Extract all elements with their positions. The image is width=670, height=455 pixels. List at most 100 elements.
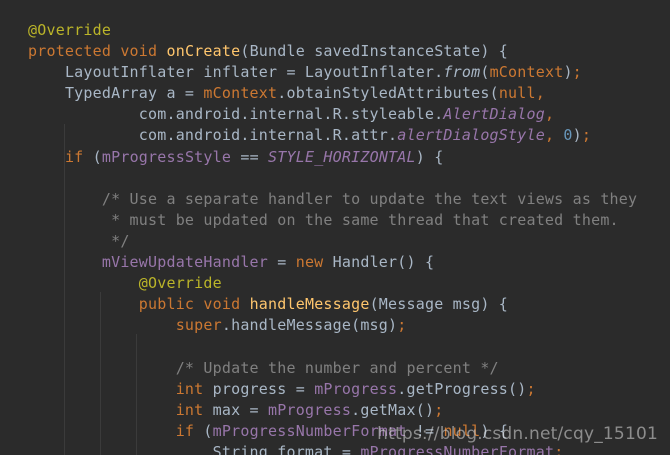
code-line[interactable]: LayoutInflater inflater = LayoutInflater… xyxy=(28,62,637,83)
code-line[interactable] xyxy=(28,336,637,357)
code-token: 0 xyxy=(563,126,573,145)
code-line[interactable] xyxy=(28,168,637,189)
code-line[interactable]: int max = mProgress.getMax(); xyxy=(28,400,637,421)
code-token: ( xyxy=(480,63,490,82)
code-token: ; xyxy=(554,442,564,455)
code-token: from xyxy=(443,63,481,82)
code-token: super xyxy=(175,316,222,335)
code-token: max = xyxy=(203,400,269,419)
code-lines[interactable]: @Override protected void onCreate(Bundle … xyxy=(28,20,637,455)
code-line[interactable]: @Override xyxy=(28,273,637,294)
code-token: onCreate xyxy=(166,42,241,61)
code-line[interactable]: mViewUpdateHandler = new Handler() { xyxy=(28,252,637,273)
code-token: (Message msg) { xyxy=(369,295,509,314)
code-token: null xyxy=(498,84,536,103)
code-token: int xyxy=(175,400,204,419)
code-token: (Bundle savedInstanceState) { xyxy=(240,42,509,61)
code-token: ( xyxy=(194,421,213,440)
code-line[interactable]: protected void onCreate(Bundle savedInst… xyxy=(28,41,637,62)
code-token: STYLE_HORIZONTAL xyxy=(268,147,416,166)
code-line[interactable]: /* Use a separate handler to update the … xyxy=(28,189,637,210)
code-token: ; xyxy=(526,379,536,398)
code-token: LayoutInflater inflater = LayoutInflater… xyxy=(64,63,444,82)
code-token: @Override xyxy=(138,274,222,293)
code-token: mContext xyxy=(489,63,564,82)
code-token: AlertDialog xyxy=(443,105,545,124)
code-editor[interactable]: @Override protected void onCreate(Bundle … xyxy=(0,0,670,455)
code-token: * must be updated on the same thread tha… xyxy=(101,210,619,229)
code-token: if xyxy=(64,147,84,166)
code-token: mProgressNumberFormat xyxy=(360,442,555,455)
code-token: new xyxy=(295,253,324,272)
code-line[interactable]: com.android.internal.R.styleable.AlertDi… xyxy=(28,104,637,125)
code-token: mContext xyxy=(203,84,278,103)
code-token: @Override xyxy=(28,21,112,39)
code-token: ; xyxy=(397,316,407,335)
code-token: ; xyxy=(572,63,582,82)
code-line[interactable]: if (mProgressStyle == STYLE_HORIZONTAL) … xyxy=(28,147,637,168)
code-token: */ xyxy=(101,231,130,250)
code-line[interactable]: TypedArray a = mContext.obtainStyledAttr… xyxy=(28,83,637,104)
code-token: TypedArray a = xyxy=(64,84,204,103)
code-line[interactable]: */ xyxy=(28,231,637,252)
code-line[interactable]: super.handleMessage(msg); xyxy=(28,315,637,336)
code-line[interactable]: public void handleMessage(Message msg) { xyxy=(28,294,637,315)
code-token: , xyxy=(544,105,555,124)
code-token: public xyxy=(138,295,195,314)
code-token: mProgressStyle xyxy=(101,147,232,166)
code-token: ) xyxy=(563,63,573,82)
code-token: /* Use a separate handler to update the … xyxy=(101,189,638,208)
code-token: progress = xyxy=(203,379,315,398)
code-token: String format = xyxy=(212,442,361,455)
code-token: .obtainStyledAttributes( xyxy=(277,84,499,103)
code-line[interactable]: com.android.internal.R.attr.alertDialogS… xyxy=(28,125,637,146)
code-token: ) { xyxy=(415,147,444,166)
code-line[interactable]: * must be updated on the same thread tha… xyxy=(28,210,637,231)
code-token: .getMax() xyxy=(351,400,435,419)
code-line[interactable]: int progress = mProgress.getProgress(); xyxy=(28,379,637,400)
code-token: ; xyxy=(581,126,592,145)
code-token: , xyxy=(535,84,545,103)
code-token: ( xyxy=(83,147,102,166)
watermark: https://blog.csdn.net/cqy_15101 xyxy=(377,424,658,444)
code-token: Handler() { xyxy=(323,253,435,272)
code-token: mProgress xyxy=(268,400,352,419)
code-line[interactable]: @Override xyxy=(28,20,637,41)
code-token: ; xyxy=(434,400,444,419)
code-token: void xyxy=(120,42,158,61)
code-token: protected xyxy=(28,42,112,61)
code-line[interactable]: /* Update the number and percent */ xyxy=(28,358,637,379)
code-token: void xyxy=(203,295,241,314)
code-token: , xyxy=(544,126,555,145)
code-token: int xyxy=(175,379,204,398)
code-token: com.android.internal.R.attr. xyxy=(138,126,398,145)
code-token: = xyxy=(268,253,296,272)
code-token: com.android.internal.R.styleable. xyxy=(138,105,444,124)
code-token: .getProgress() xyxy=(397,379,527,398)
code-token: == xyxy=(231,147,269,166)
code-token: /* Update the number and percent */ xyxy=(175,358,499,377)
code-token: .handleMessage(msg) xyxy=(221,316,398,335)
code-token: mViewUpdateHandler xyxy=(101,253,269,272)
code-token: handleMessage xyxy=(249,295,370,314)
code-token: mProgress xyxy=(314,379,398,398)
code-token: alertDialogStyle xyxy=(397,126,545,145)
